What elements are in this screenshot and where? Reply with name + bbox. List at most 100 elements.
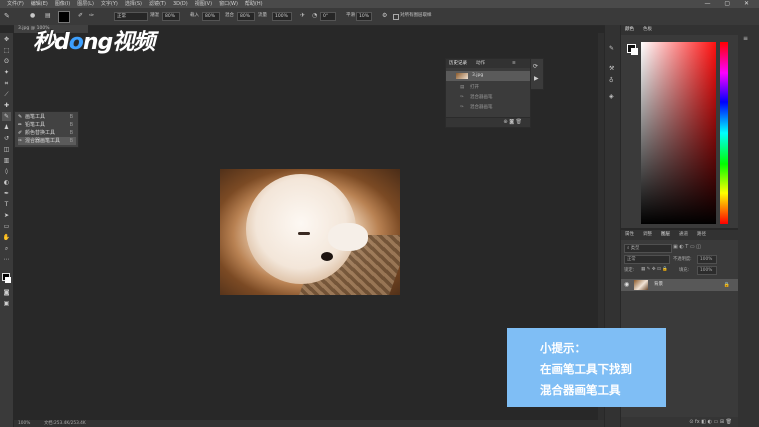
eyedropper-tool-icon[interactable]: ⟋ — [2, 90, 11, 99]
gradient-tool-icon[interactable]: ▥ — [2, 156, 11, 165]
load-brush-icon[interactable]: ✑ — [89, 12, 94, 20]
opacity-field[interactable]: 100% — [697, 255, 717, 264]
history-footer-icons[interactable]: ⊕ ◙ 🗑 — [503, 119, 522, 125]
mixer-brush-icon: ✑ — [18, 138, 23, 144]
quick-mask-icon[interactable]: ◙ — [2, 288, 11, 297]
menu-help[interactable]: 帮助(H) — [245, 0, 263, 8]
flyout-brush-tool[interactable]: ✎ 画笔工具 B — [18, 113, 76, 121]
pen-tool-icon[interactable]: ✒ — [2, 189, 11, 198]
lock-icons[interactable]: ▦ ✎ ✥ ⊡ 🔒 — [641, 267, 668, 272]
brush-settings-icon[interactable]: ▤ — [45, 12, 51, 20]
dodge-tool-icon[interactable]: ◐ — [2, 178, 11, 187]
mix-preset-select[interactable]: 正常 — [114, 12, 148, 21]
layer-filter-icons[interactable]: ▣ ◐ T ▭ ◫ — [673, 244, 701, 250]
tab-swatches[interactable]: 色板 — [643, 25, 652, 35]
tab-color[interactable]: 颜色 — [625, 25, 634, 35]
flyout-color-replace-tool[interactable]: ✐ 颜色替换工具 B — [18, 129, 76, 137]
watermark-text-a: 秒d — [33, 30, 70, 55]
hand-tool-icon[interactable]: ✋ — [2, 233, 11, 242]
canvas-image[interactable] — [220, 169, 400, 295]
blend-mode-select[interactable]: 正常 — [624, 255, 670, 264]
visibility-eye-icon[interactable]: ◉ — [624, 279, 629, 291]
document-info[interactable]: 文档:253.4K/253.4K — [44, 420, 86, 427]
blur-tool-icon[interactable]: ◊ — [2, 167, 11, 176]
brush-panel-icon[interactable]: ✎ — [609, 45, 614, 52]
menu-filter[interactable]: 滤镜(T) — [149, 0, 166, 8]
brush-size-icon[interactable]: ● — [30, 12, 35, 20]
mix-field[interactable]: 80% — [237, 12, 255, 21]
window-controls[interactable]: — ▢ ✕ — [704, 0, 755, 8]
eraser-tool-icon[interactable]: ◫ — [2, 145, 11, 154]
fill-field[interactable]: 100% — [697, 266, 717, 275]
play-icon[interactable]: ▶ — [534, 75, 539, 82]
flyout-mixer-brush-tool[interactable]: ✑ 混合器画笔工具 B — [18, 137, 76, 145]
crop-tool-icon[interactable]: ⌗ — [2, 79, 11, 88]
clone-source-icon[interactable]: ♁ — [609, 77, 613, 84]
smooth-field[interactable]: 10% — [356, 12, 372, 21]
menu-window[interactable]: 窗口(W) — [219, 0, 238, 8]
more-tools-icon[interactable]: ⋯ — [2, 255, 11, 264]
angle-field[interactable]: 0° — [320, 12, 336, 21]
color-picker-field[interactable] — [641, 42, 716, 224]
tab-actions[interactable]: 动作 — [476, 59, 485, 68]
tool-preset-icon[interactable]: ⚒ — [609, 65, 614, 72]
color-panel-tabs: 颜色 色板 — [621, 25, 738, 35]
tab-adjustments[interactable]: 调整 — [643, 230, 652, 240]
background-swatch[interactable] — [631, 48, 638, 55]
airbrush-icon[interactable]: ✈ — [300, 12, 305, 20]
menu-select[interactable]: 选择(S) — [125, 0, 142, 8]
quick-select-tool-icon[interactable]: ✦ — [2, 68, 11, 77]
brush-preset-icon[interactable]: ✎ — [4, 12, 10, 20]
tools-panel: ✥ ⬚ ʘ ✦ ⌗ ⟋ ✚ ✎ ♟ ↺ ◫ ▥ ◊ ◐ ✒ T ➤ ▭ ✋ ⌕ … — [0, 33, 13, 427]
marquee-tool-icon[interactable]: ⬚ — [2, 46, 11, 55]
healing-tool-icon[interactable]: ✚ — [2, 101, 11, 110]
history-row[interactable]: ✑ 混合器画笔 — [446, 103, 530, 113]
layers-footer-icons[interactable]: ⊙ fx ◧ ◐ ▭ ⊞ 🗑 — [689, 419, 732, 425]
sample-all-checkbox[interactable] — [393, 14, 399, 20]
flow-field[interactable]: 100% — [272, 12, 292, 21]
history-step-icon: ✑ — [460, 105, 464, 110]
history-snapshot-row[interactable]: 3.jpg — [446, 71, 530, 81]
menu-type[interactable]: 文字(Y) — [101, 0, 118, 8]
panel-menu-icon[interactable]: ≡ — [512, 59, 516, 68]
history-brush-tool-icon[interactable]: ↺ — [2, 134, 11, 143]
hue-slider[interactable] — [720, 42, 728, 224]
tab-properties[interactable]: 属性 — [625, 230, 634, 240]
tab-channels[interactable]: 通道 — [679, 230, 688, 240]
background-color-swatch[interactable] — [5, 277, 11, 283]
history-footer[interactable]: ⊕ ◙ 🗑 — [446, 117, 530, 127]
brush-tool-icon[interactable]: ✎ — [2, 112, 11, 121]
lasso-tool-icon[interactable]: ʘ — [2, 57, 11, 66]
menu-edit[interactable]: 编辑(E) — [31, 0, 48, 8]
tab-paths[interactable]: 路径 — [697, 230, 706, 240]
zoom-level[interactable]: 100% — [18, 420, 30, 427]
gear-icon[interactable]: ⚙ — [382, 12, 387, 20]
screen-mode-icon[interactable]: ▣ — [2, 299, 11, 308]
layer-row-background[interactable]: ◉ 背景 🔒 — [621, 279, 738, 291]
menu-image[interactable]: 图像(I) — [55, 0, 70, 8]
tab-layers[interactable]: 图层 — [661, 230, 670, 240]
move-tool-icon[interactable]: ✥ — [2, 35, 11, 44]
menu-file[interactable]: 文件(F) — [7, 0, 24, 8]
tab-history[interactable]: 历史记录 — [449, 59, 467, 68]
type-tool-icon[interactable]: T — [2, 200, 11, 209]
history-row[interactable]: ✑ 混合器画笔 — [446, 93, 530, 103]
layer-filter-select[interactable]: ⌕ 类型 — [624, 244, 672, 253]
current-load-swatch[interactable] — [58, 11, 70, 23]
library-icon[interactable]: ◈ — [609, 93, 614, 100]
shape-tool-icon[interactable]: ▭ — [2, 222, 11, 231]
menu-view[interactable]: 视图(V) — [195, 0, 212, 8]
history-brush-icon[interactable]: ⟳ — [533, 63, 538, 70]
flyout-pencil-tool[interactable]: ✏ 铅笔工具 B — [18, 121, 76, 129]
zoom-tool-icon[interactable]: ⌕ — [2, 244, 11, 253]
load-field[interactable]: 80% — [202, 12, 220, 21]
menu-3d[interactable]: 3D(D) — [173, 0, 188, 8]
clean-brush-icon[interactable]: ✐ — [78, 12, 83, 20]
history-row[interactable]: ▤ 打开 — [446, 83, 530, 93]
search-icon: ⌕ — [627, 246, 630, 251]
collapse-panels-icon[interactable]: ≡ — [743, 35, 748, 42]
stamp-tool-icon[interactable]: ♟ — [2, 123, 11, 132]
menu-layer[interactable]: 图层(L) — [77, 0, 94, 8]
path-select-tool-icon[interactable]: ➤ — [2, 211, 11, 220]
wet-field[interactable]: 80% — [162, 12, 180, 21]
